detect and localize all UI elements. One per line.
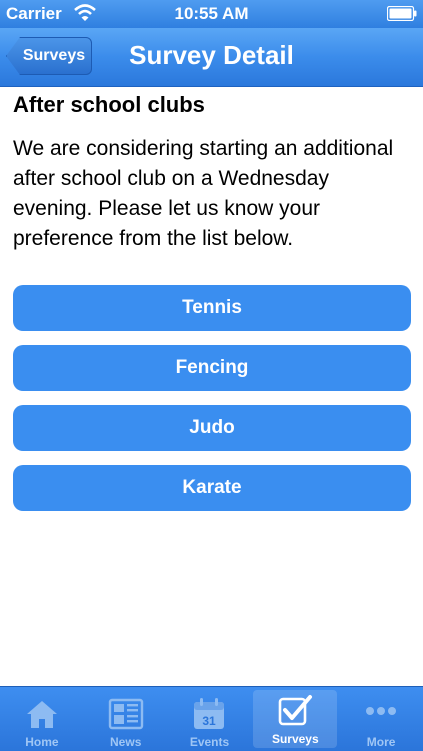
- tab-news[interactable]: News: [84, 687, 168, 751]
- tab-events[interactable]: 31 Events: [168, 687, 252, 751]
- navigation-bar: Surveys Survey Detail: [0, 28, 423, 87]
- tab-label: Surveys: [271, 732, 319, 746]
- calendar-day: 31: [203, 714, 217, 728]
- battery-icon: [387, 6, 417, 21]
- clock: 10:55 AM: [174, 4, 249, 23]
- survey-content: After school clubs We are considering st…: [13, 92, 411, 254]
- tab-label: Events: [189, 735, 230, 749]
- status-bar: Carrier 10:55 AM: [0, 0, 423, 28]
- page-title: Survey Detail: [129, 40, 294, 70]
- survey-title: After school clubs: [13, 92, 205, 117]
- option-button-karate[interactable]: Karate: [13, 465, 411, 511]
- tab-label: More: [366, 735, 396, 749]
- survey-description: We are considering starting an additiona…: [13, 137, 394, 250]
- tab-label: Home: [25, 735, 59, 749]
- more-icon: [366, 707, 397, 715]
- option-button-fencing[interactable]: Fencing: [13, 345, 411, 391]
- option-button-tennis[interactable]: Tennis: [13, 285, 411, 331]
- calendar-icon: 31: [194, 698, 225, 729]
- tab-bar: Home News 31 Events Surveys More: [0, 686, 423, 751]
- news-icon: [108, 698, 143, 730]
- checkbox-icon: [278, 695, 313, 726]
- survey-options: Tennis Fencing Judo Karate: [13, 285, 411, 525]
- tab-label: News: [110, 735, 142, 749]
- tab-home[interactable]: Home: [0, 687, 84, 751]
- home-icon: [26, 701, 57, 728]
- option-button-judo[interactable]: Judo: [13, 405, 411, 451]
- tab-surveys[interactable]: Surveys: [253, 690, 338, 748]
- tab-more[interactable]: More: [339, 687, 423, 751]
